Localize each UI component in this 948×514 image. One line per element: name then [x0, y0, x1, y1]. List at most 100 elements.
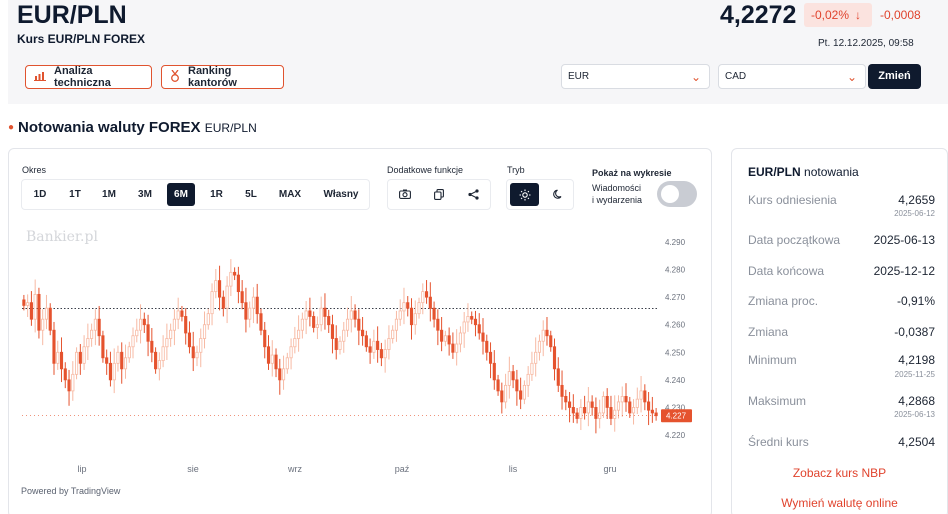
stats-title: EUR/PLN notowania: [748, 165, 859, 179]
candle-body: [379, 349, 383, 359]
tradingview-credit[interactable]: Powered by TradingView: [21, 486, 120, 496]
candlestick-chart[interactable]: 4.2904.2804.2704.2604.2504.2404.2304.220…: [8, 225, 708, 480]
candle-body: [560, 384, 564, 397]
candle-body: [338, 340, 342, 350]
candle-body: [545, 329, 549, 337]
candle-body: [199, 338, 203, 353]
change-percent-value: -0,02%: [811, 8, 850, 22]
moon-icon[interactable]: [545, 183, 571, 206]
candle-body: [78, 351, 82, 364]
stat-value-maximum: 4,2868: [898, 394, 935, 408]
share-icon[interactable]: [461, 183, 485, 206]
period-button-1r[interactable]: 1R: [203, 183, 230, 206]
y-tick-label: 4.250: [665, 348, 686, 357]
period-button-5l[interactable]: 5L: [238, 183, 264, 206]
candle-body: [368, 346, 372, 353]
period-button-1m[interactable]: 1M: [96, 183, 122, 206]
candle-body: [233, 271, 237, 276]
candle-body: [507, 371, 511, 386]
candle-body: [263, 329, 267, 348]
x-tick-label: lis: [509, 464, 518, 474]
candle-body: [624, 395, 628, 403]
candle-body: [59, 351, 64, 370]
candle-body: [240, 291, 244, 304]
period-button-3m[interactable]: 3M: [131, 183, 159, 206]
candle-body: [424, 291, 429, 298]
candle-body: [413, 313, 417, 326]
period-button-max[interactable]: MAX: [272, 183, 308, 206]
period-button-1t[interactable]: 1T: [62, 183, 88, 206]
candle-body: [376, 340, 380, 350]
candle-body: [387, 338, 391, 350]
stat-label-start-date: Data początkowa: [748, 233, 841, 247]
candle-body: [297, 329, 301, 339]
candle-body: [229, 271, 233, 287]
candle-body: [466, 316, 470, 323]
candle-body: [541, 329, 545, 342]
nbp-rate-link[interactable]: Zobacz kurs NBP: [731, 466, 948, 480]
candle-body: [52, 329, 56, 364]
candle-body: [157, 360, 161, 370]
currency-from-value: EUR: [568, 71, 590, 82]
bar-chart-icon: [34, 70, 46, 84]
candle-body: [319, 307, 323, 326]
candle-body: [63, 368, 67, 381]
mode-label: Tryb: [507, 165, 525, 175]
candle-body: [101, 335, 105, 359]
sun-icon[interactable]: [510, 183, 539, 206]
candle-body: [575, 412, 579, 419]
candle-body: [278, 368, 282, 381]
stat-value-reference: 4,2659: [898, 193, 935, 207]
candle-body: [161, 346, 165, 361]
candle-body: [500, 390, 504, 403]
candle-body: [579, 407, 583, 419]
candle-body: [184, 316, 188, 334]
candle-body: [451, 343, 455, 353]
candle-body: [180, 310, 184, 317]
candle-body: [146, 324, 150, 342]
stat-label-change: Zmiana: [748, 325, 789, 339]
pair-subtitle: Kurs EUR/PLN FOREX: [17, 32, 146, 46]
candle-body: [349, 310, 353, 320]
candle-body: [281, 368, 286, 381]
currency-to-select[interactable]: CAD ⌄: [718, 64, 866, 89]
candle-body: [485, 340, 489, 353]
candle-body: [37, 293, 41, 331]
toggle-knob: [661, 185, 679, 203]
camera-icon[interactable]: [393, 183, 417, 206]
stat-value-average: 4,2504: [898, 435, 935, 449]
period-label: Okres: [22, 165, 47, 175]
candle-body: [191, 346, 195, 359]
candle-body: [304, 310, 308, 320]
candle-body: [165, 338, 169, 348]
stat-value-change-pct: -0,91%: [896, 294, 935, 308]
candle-body: [564, 395, 568, 403]
candle-body: [470, 316, 474, 320]
candle-body: [323, 307, 327, 317]
candle-body: [202, 324, 207, 339]
candle-body: [259, 313, 263, 331]
change-currency-button[interactable]: Zmień: [868, 64, 921, 89]
candle-body: [361, 329, 365, 337]
show-on-chart-label: Pokaż na wykresie: [592, 168, 672, 178]
candle-body: [154, 351, 158, 370]
exchange-ranking-button[interactable]: Ranking kantorów: [161, 65, 284, 89]
candle-body: [628, 401, 632, 414]
candle-body: [447, 335, 451, 345]
period-button-6m[interactable]: 6M: [167, 183, 195, 206]
technical-analysis-button[interactable]: Analiza techniczna: [25, 65, 152, 89]
candle-body: [315, 324, 319, 328]
candle-body: [345, 318, 350, 331]
candle-body: [56, 351, 60, 364]
chevron-down-icon: ⌄: [846, 70, 857, 84]
candle-body: [218, 280, 222, 298]
period-button-1d[interactable]: 1D: [27, 183, 53, 206]
candle-body: [567, 401, 572, 408]
candle-body: [458, 332, 462, 345]
exchange-online-link[interactable]: Wymień walutę online: [731, 496, 948, 510]
currency-from-select[interactable]: EUR ⌄: [561, 64, 710, 89]
news-events-toggle[interactable]: [657, 181, 697, 207]
copy-icon[interactable]: [427, 183, 451, 206]
candle-body: [613, 409, 617, 419]
period-button-custom[interactable]: Własny: [316, 183, 366, 206]
